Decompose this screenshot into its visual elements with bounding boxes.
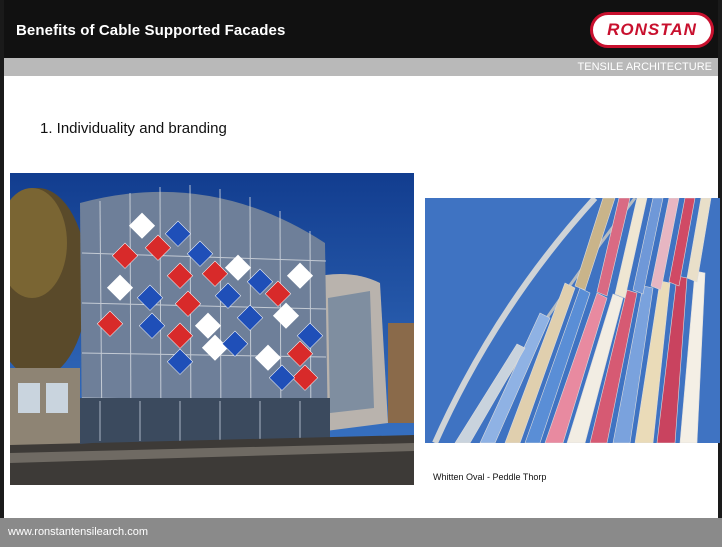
section-label: TENSILE ARCHITECTURE bbox=[577, 61, 712, 73]
ronstan-logo: RONSTAN bbox=[590, 12, 714, 48]
subheader-bar: TENSILE ARCHITECTURE bbox=[4, 58, 718, 76]
photo-caption: Whitten Oval - Peddle Thorp bbox=[433, 472, 547, 482]
slide: Benefits of Cable Supported Facades RONS… bbox=[0, 0, 722, 547]
slide-title: Benefits of Cable Supported Facades bbox=[16, 22, 286, 39]
building-facade-photo bbox=[10, 173, 414, 485]
footer-bar: www.ronstantensilearch.com bbox=[0, 518, 722, 547]
footer-url: www.ronstantensilearch.com bbox=[8, 526, 149, 538]
header-bar: Benefits of Cable Supported Facades RONS… bbox=[0, 0, 722, 58]
bullet-point: 1. Individuality and branding bbox=[40, 120, 227, 137]
logo-text: RONSTAN bbox=[607, 20, 697, 39]
left-frame-border bbox=[0, 0, 4, 547]
facade-closeup-photo bbox=[425, 198, 720, 443]
